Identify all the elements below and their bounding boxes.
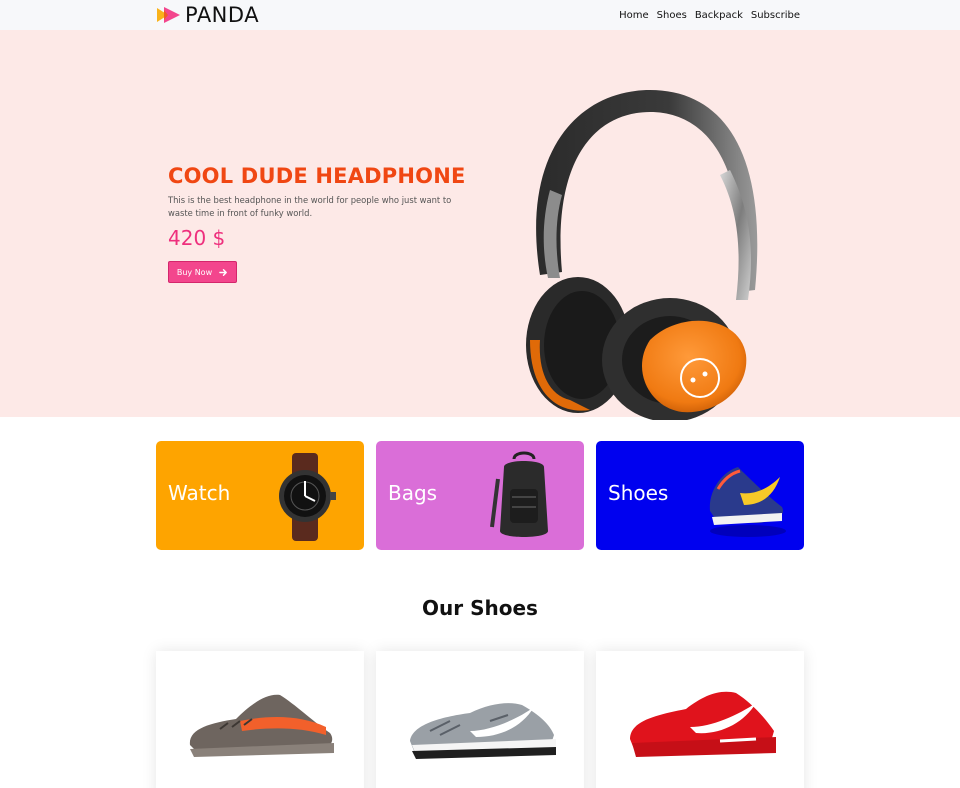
shoe-card[interactable] bbox=[376, 651, 584, 788]
red-running-shoe-icon bbox=[630, 691, 776, 757]
panda-logo-icon bbox=[157, 7, 180, 23]
category-label: Bags bbox=[388, 481, 438, 505]
section-title-our-shoes: Our Shoes bbox=[422, 596, 538, 620]
hero-title: COOL DUDE HEADPHONE bbox=[168, 164, 466, 188]
category-label: Shoes bbox=[608, 481, 669, 505]
category-card-shoes[interactable]: Shoes bbox=[596, 441, 804, 550]
buy-now-label: Buy Now bbox=[176, 267, 213, 277]
arrow-right-icon bbox=[219, 268, 228, 276]
grey-orange-sneaker-icon bbox=[189, 694, 334, 757]
category-card-bags[interactable]: Bags bbox=[376, 441, 584, 550]
nav-link-backpack[interactable]: Backpack bbox=[695, 10, 743, 21]
hero-price: 420 $ bbox=[168, 226, 226, 250]
category-card-watch[interactable]: Watch bbox=[156, 441, 364, 550]
hero-description: This is the best headphone in the world … bbox=[168, 195, 452, 218]
watch-icon bbox=[279, 453, 336, 541]
brand-name: PANDA bbox=[185, 3, 260, 27]
headphone-image bbox=[526, 90, 758, 420]
hero-banner: COOL DUDE HEADPHONE This is the best hea… bbox=[0, 30, 960, 420]
brand[interactable]: PANDA bbox=[156, 4, 259, 26]
grey-running-shoe-icon bbox=[410, 703, 556, 759]
category-label: Watch bbox=[168, 481, 231, 505]
shoe-card[interactable] bbox=[156, 651, 364, 788]
navbar: PANDA Home Shoes Backpack Subscribe bbox=[0, 0, 960, 30]
nav-link-shoes[interactable]: Shoes bbox=[657, 10, 687, 21]
shoe-card[interactable] bbox=[596, 651, 804, 788]
nav-link-subscribe[interactable]: Subscribe bbox=[751, 10, 800, 21]
nav-links: Home Shoes Backpack Subscribe bbox=[619, 0, 800, 30]
sneaker-icon bbox=[709, 467, 786, 537]
backpack-icon bbox=[490, 451, 548, 537]
nav-link-home[interactable]: Home bbox=[619, 10, 649, 21]
buy-now-button[interactable]: Buy Now bbox=[168, 261, 237, 283]
